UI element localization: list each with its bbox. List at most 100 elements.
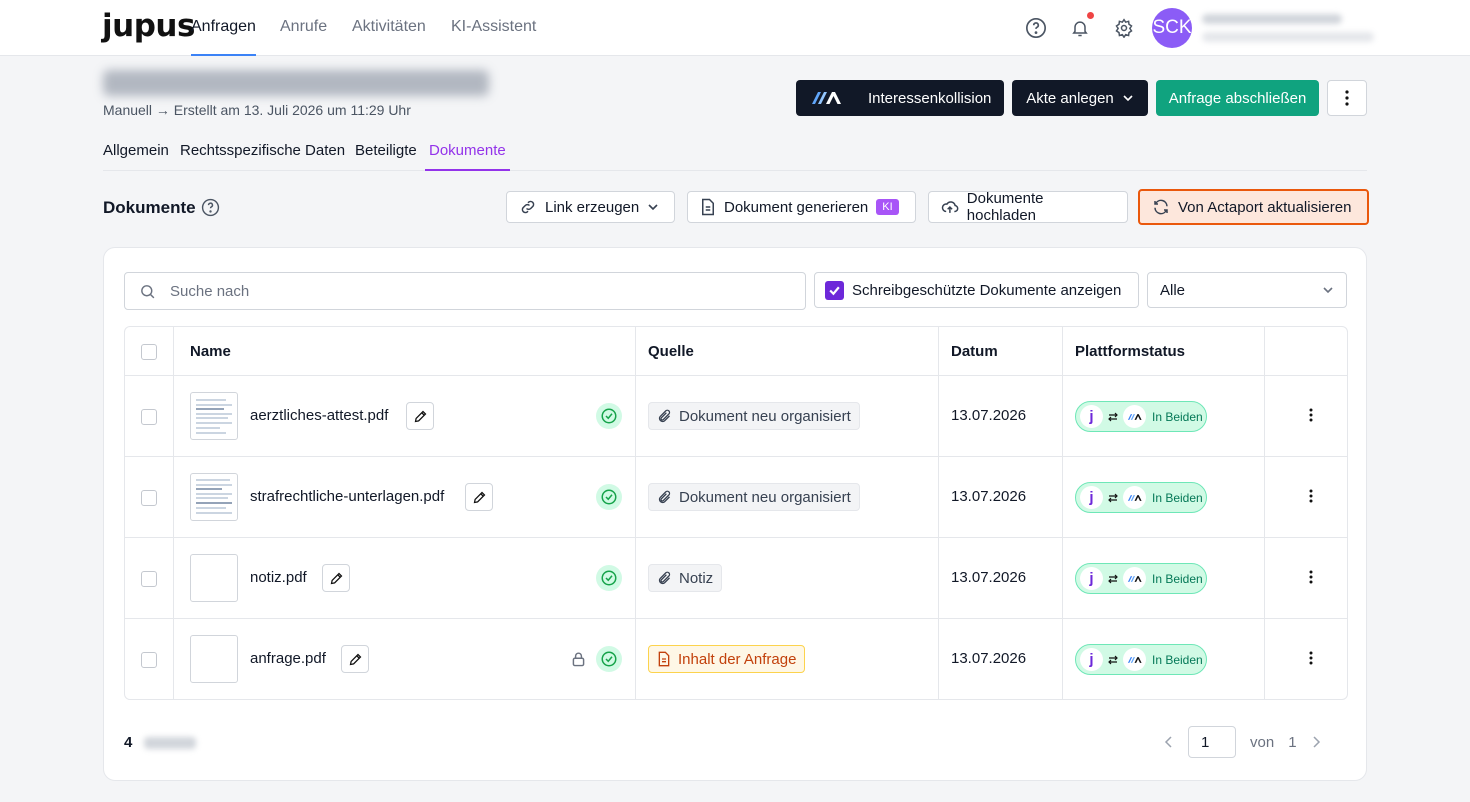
rename-button[interactable]	[406, 402, 434, 430]
source-label: Inhalt der Anfrage	[678, 650, 797, 668]
kebab-icon	[1309, 489, 1313, 503]
document-thumbnail[interactable]	[190, 392, 238, 440]
dokumente-hochladen-label: Dokumente hochladen	[966, 190, 1044, 224]
link-icon	[521, 200, 535, 214]
jupus-mini-logo-icon: j	[1080, 486, 1103, 509]
gear-icon[interactable]	[1112, 16, 1136, 40]
row-checkbox[interactable]	[141, 490, 157, 506]
result-count: 4	[124, 734, 133, 751]
more-options-button[interactable]	[1327, 80, 1367, 116]
jupus-mini-logo-icon: j	[1080, 648, 1103, 671]
documents-card: Schreibgeschützte Dokumente anzeigen All…	[103, 247, 1367, 781]
actaport-mini-logo-icon	[1123, 405, 1146, 428]
column-header-name[interactable]: Name	[190, 343, 231, 360]
row-checkbox[interactable]	[141, 571, 157, 587]
dokument-generieren-label: Dokument generieren	[724, 198, 869, 216]
subtabs: Allgemein Rechtsspezifische Daten Beteil…	[103, 140, 1367, 171]
actaport-refresh-button[interactable]: Von Actaport aktualisieren	[1138, 189, 1369, 225]
table-row[interactable]: anfrage.pdf Inhalt der Anfrage 13.07.202…	[125, 619, 1347, 699]
jupus-mini-logo-icon: j	[1080, 567, 1103, 590]
help-icon[interactable]	[1024, 16, 1048, 40]
page-subtitle: Manuell → Erstellt am 13. Juli 2026 um 1…	[103, 102, 411, 118]
subtab-beteiligte[interactable]: Beteiligte	[355, 142, 417, 171]
akte-anlegen-button[interactable]: Akte anlegen	[1012, 80, 1148, 116]
table-row[interactable]: aerztliches-attest.pdf Dokument neu orga…	[125, 376, 1347, 457]
row-menu-button[interactable]	[1309, 489, 1313, 507]
select-all-checkbox[interactable]	[141, 344, 157, 360]
nav-tab-aktivitaeten[interactable]: Aktivitäten	[352, 18, 426, 56]
source-label: Dokument neu organisiert	[679, 407, 851, 425]
conflict-check-label: Interessenkollision	[868, 89, 992, 107]
document-thumbnail[interactable]	[190, 554, 238, 602]
jupus-logo[interactable]: jupus	[102, 8, 195, 44]
bell-icon[interactable]	[1068, 16, 1092, 40]
column-header-quelle[interactable]: Quelle	[648, 343, 694, 360]
section-help-icon[interactable]	[201, 198, 220, 221]
nav-tab-ki-assistent[interactable]: KI-Assistent	[451, 18, 536, 56]
subtab-dokumente[interactable]: Dokumente	[425, 142, 510, 171]
page-of-label: von	[1250, 733, 1275, 751]
source-badge: Inhalt der Anfrage	[648, 645, 806, 673]
table-header: Name Quelle Datum Plattformstatus	[125, 327, 1347, 376]
page-title-redacted	[103, 70, 489, 96]
readonly-toggle[interactable]: Schreibgeschützte Dokumente anzeigen	[814, 272, 1139, 308]
search-input[interactable]	[170, 282, 770, 300]
rename-button[interactable]	[322, 564, 350, 592]
document-icon	[658, 651, 670, 667]
close-inquiry-button[interactable]: Anfrage abschließen	[1156, 80, 1319, 116]
paperclip-icon	[658, 490, 671, 503]
filter-select[interactable]: Alle	[1147, 272, 1347, 308]
platform-status-badge: j In Beiden	[1075, 644, 1207, 675]
document-name[interactable]: aerztliches-attest.pdf	[250, 407, 388, 424]
user-info-redacted	[1202, 14, 1374, 44]
sync-arrows-icon	[1108, 493, 1118, 502]
row-checkbox[interactable]	[141, 652, 157, 668]
link-erzeugen-label: Link erzeugen	[545, 198, 640, 216]
jupus-mini-logo-icon: j	[1080, 405, 1103, 428]
rename-button[interactable]	[341, 645, 369, 673]
page-input[interactable]: 1	[1188, 726, 1236, 758]
readonly-checkbox[interactable]	[825, 280, 844, 300]
nav-tab-anrufe[interactable]: Anrufe	[280, 18, 327, 56]
row-menu-button[interactable]	[1309, 570, 1313, 588]
actaport-mini-logo-icon	[1123, 567, 1146, 590]
column-header-plattformstatus[interactable]: Plattformstatus	[1075, 343, 1185, 360]
conflict-check-button[interactable]: Interessenkollision	[796, 80, 1004, 116]
document-thumbnail[interactable]	[190, 473, 238, 521]
check-icon	[829, 286, 840, 295]
table-row[interactable]: notiz.pdf Notiz 13.07.2026 j In Beiden	[125, 538, 1347, 619]
row-menu-button[interactable]	[1309, 408, 1313, 426]
upload-cloud-icon	[941, 201, 959, 213]
section-title: Dokumente	[103, 198, 196, 217]
table-row[interactable]: strafrechtliche-unterlagen.pdf Dokument …	[125, 457, 1347, 538]
avatar[interactable]: SCK	[1152, 8, 1192, 48]
search-field[interactable]	[124, 272, 806, 310]
akte-anlegen-label: Akte anlegen	[1026, 89, 1114, 107]
actaport-mini-logo-icon	[1123, 648, 1146, 671]
readonly-label: Schreibgeschützte Dokumente anzeigen	[852, 281, 1122, 299]
chevron-right-icon[interactable]	[1311, 736, 1321, 748]
actaport-mini-logo-icon	[1123, 486, 1146, 509]
search-icon	[141, 284, 155, 298]
document-name[interactable]: strafrechtliche-unterlagen.pdf	[250, 488, 444, 505]
column-header-datum[interactable]: Datum	[951, 343, 998, 360]
document-name[interactable]: notiz.pdf	[250, 569, 307, 586]
pagination: 1 von 1	[1164, 726, 1321, 758]
filter-select-value: Alle	[1160, 281, 1186, 299]
dokument-generieren-button[interactable]: Dokument generieren KI	[687, 191, 916, 223]
chevron-left-icon[interactable]	[1164, 736, 1174, 748]
row-menu-button[interactable]	[1309, 651, 1313, 669]
document-thumbnail[interactable]	[190, 635, 238, 683]
row-checkbox[interactable]	[141, 409, 157, 425]
source-badge: Dokument neu organisiert	[648, 402, 860, 430]
dokumente-hochladen-button[interactable]: Dokumente hochladen	[928, 190, 1128, 224]
link-erzeugen-button[interactable]: Link erzeugen	[506, 191, 675, 223]
nav-tab-anfragen[interactable]: Anfragen	[191, 18, 256, 56]
ki-badge: KI	[876, 199, 899, 215]
subtab-rechtsspezifische-daten[interactable]: Rechtsspezifische Daten	[180, 142, 345, 171]
document-name[interactable]: anfrage.pdf	[250, 650, 326, 667]
subtab-allgemein[interactable]: Allgemein	[103, 142, 169, 171]
check-circle-icon	[596, 565, 622, 591]
result-count-label-redacted	[144, 737, 196, 749]
rename-button[interactable]	[465, 483, 493, 511]
